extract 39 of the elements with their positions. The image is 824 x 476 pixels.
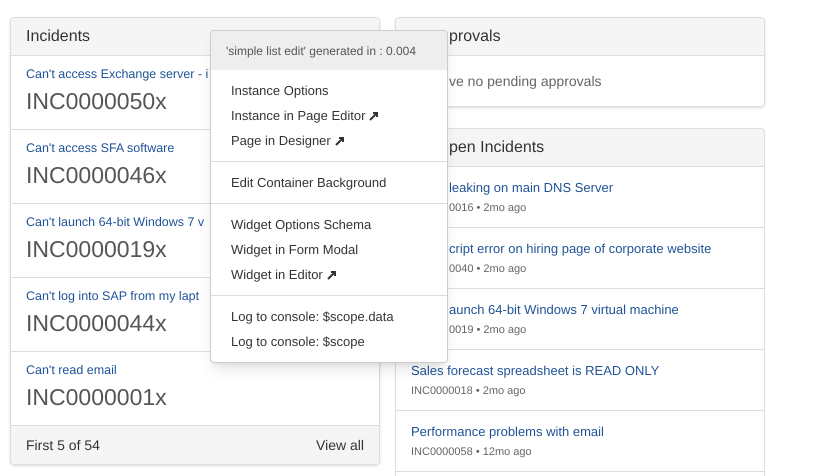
incident-number: INC0000044x [26, 308, 167, 338]
incident-link[interactable]: Sales forecast spreadsheet is READ ONLY [411, 360, 764, 380]
menu-item[interactable]: Widget in Form Modal [211, 237, 378, 262]
menu-item[interactable]: Instance Options [211, 78, 349, 103]
incident-link[interactable]: Can't read email [26, 361, 117, 380]
incident-number: INC0000001x [26, 382, 167, 412]
incident-number: INC0000046x [26, 160, 167, 190]
record-count: First 5 of 54 [26, 436, 100, 454]
incident-link[interactable]: leaking on main DNS Server [449, 178, 764, 197]
incident-number: INC0000050x [26, 86, 167, 116]
incident-link[interactable]: Can't log into SAP from my lapt [26, 287, 200, 306]
menu-header: 'simple list edit' generated in : 0.004 [226, 42, 416, 60]
arrow-icon [334, 136, 345, 146]
incident-meta: INC0000058 • 12mo ago [411, 445, 533, 460]
incident-link[interactable]: aunch 64-bit Windows 7 virtual machine [449, 300, 764, 319]
incident-meta: 0019 • 2mo ago [449, 323, 528, 338]
panel-title: Incidents [26, 26, 90, 46]
incident-link[interactable]: Performance problems with email [411, 422, 764, 441]
incident-meta: INC0000018 • 2mo ago [411, 384, 527, 399]
incident-link[interactable]: Can't launch 64-bit Windows 7 v [26, 213, 204, 232]
incident-meta: 0040 • 2mo ago [449, 262, 528, 277]
incident-number: INC0000019x [26, 234, 167, 264]
panel-title: pen Incidents [449, 138, 544, 158]
menu-item[interactable]: Log to console: $scope.data [211, 304, 414, 329]
menu-item[interactable]: Widget in Editor [211, 262, 357, 287]
arrow-icon [369, 110, 380, 120]
panel-title: provals [449, 26, 501, 46]
menu-item[interactable]: Log to console: $scope [211, 329, 385, 354]
view-all-link[interactable]: View all [316, 434, 364, 456]
menu-item[interactable]: Instance in Page Editor [211, 103, 400, 128]
menu-item[interactable]: Edit Container Background [211, 170, 406, 195]
menu-item[interactable]: Widget Options Schema [211, 212, 392, 237]
arrow-icon [326, 270, 337, 280]
incident-link[interactable]: Can't access Exchange server - i [26, 65, 208, 84]
empty-message: ve no pending approvals [449, 72, 602, 91]
incident-link[interactable]: cript error on hiring page of corporate website [449, 238, 764, 258]
incident-meta: 0016 • 2mo ago [449, 201, 528, 216]
menu-item[interactable]: Page in Designer [211, 128, 365, 153]
incident-link[interactable]: Can't access SFA software [26, 139, 174, 158]
